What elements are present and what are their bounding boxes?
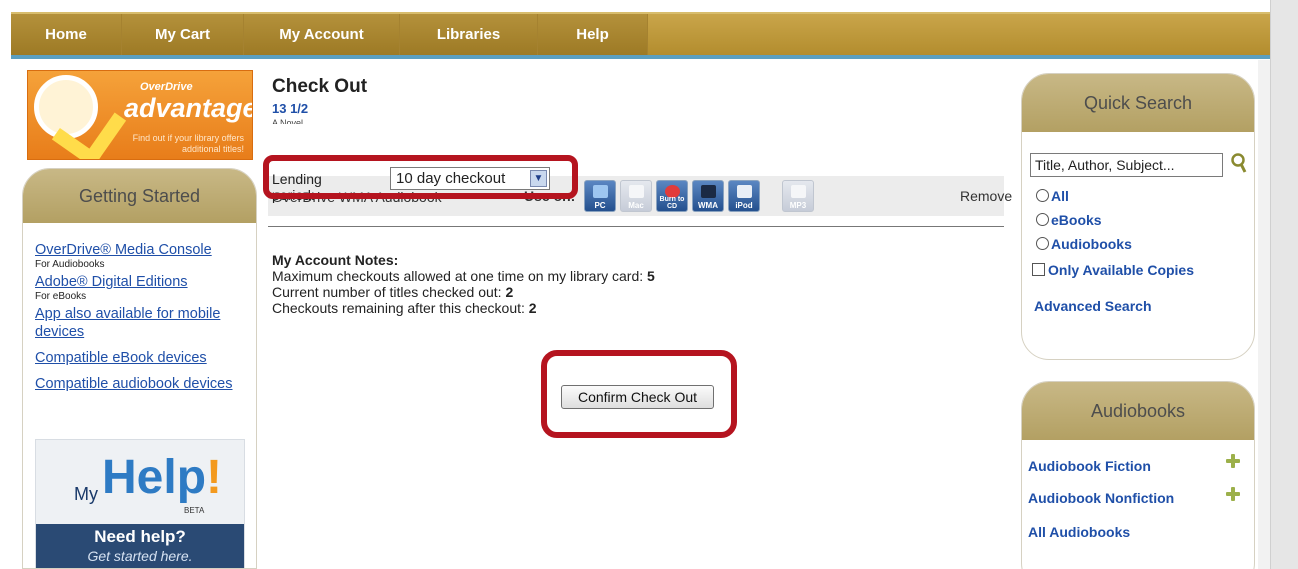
link-mobile-app[interactable]: App also available for mobile devices (35, 305, 250, 341)
getting-started-links: OverDrive® Media Console For Audiobooks … (35, 241, 250, 393)
device-burn-cd-icon[interactable]: Burn to CD (656, 180, 688, 212)
remove-link[interactable]: Remove (960, 188, 1012, 204)
window-scrollbar[interactable] (1270, 0, 1298, 569)
device-mp3-icon: MP3 (782, 180, 814, 212)
current-checkouts-line: Current number of titles checked out: 2 (272, 284, 514, 300)
radio-audiobooks[interactable]: Audiobooks (1036, 236, 1132, 252)
device-ipod-icon[interactable]: iPod (728, 180, 760, 212)
quick-search-title: Quick Search (1022, 74, 1254, 132)
nav-help[interactable]: Help (538, 14, 648, 55)
checkbox-only-available[interactable]: Only Available Copies (1032, 262, 1194, 278)
nav-underline (11, 55, 1279, 59)
logo-brand-small: OverDrive (140, 81, 193, 93)
link-compatible-ebook-devices[interactable]: Compatible eBook devices (35, 349, 250, 367)
current-checkouts-value: 2 (505, 284, 514, 300)
radio-circle-icon (1036, 237, 1049, 250)
radio-all[interactable]: All (1036, 188, 1069, 204)
link-sub-audiobooks: For Audiobooks (35, 259, 105, 270)
expand-plus-icon[interactable] (1226, 487, 1240, 501)
highlight-confirm-button (541, 350, 737, 438)
max-checkouts-line: Maximum checkouts allowed at one time on… (272, 268, 655, 284)
nav-home[interactable]: Home (11, 14, 122, 55)
remaining-checkouts-line: Checkouts remaining after this checkout:… (272, 300, 537, 316)
myhelp-banner[interactable]: My Help! BETA Need help? Get started her… (35, 439, 245, 568)
max-checkouts-value: 5 (647, 268, 655, 284)
divider (268, 226, 1004, 227)
logo-tagline: Find out if your library offers addition… (132, 133, 244, 154)
myhelp-help-text: Help (102, 451, 207, 504)
link-overdrive-media-console[interactable]: OverDrive® Media Console (35, 241, 250, 259)
myhelp-my: My (74, 484, 98, 504)
quick-search-panel: Quick Search Title, Author, Subject... A… (1021, 73, 1255, 360)
radio-circle-icon (1036, 213, 1049, 226)
search-input[interactable]: Title, Author, Subject... (1030, 153, 1223, 177)
audiobooks-title: Audiobooks (1022, 382, 1254, 440)
highlight-lending-period (263, 155, 578, 199)
expand-plus-icon[interactable] (1226, 454, 1240, 468)
radio-circle-icon (1036, 189, 1049, 202)
link-audiobook-nonfiction[interactable]: Audiobook Nonfiction (1028, 490, 1174, 506)
account-notes-heading: My Account Notes: (272, 252, 399, 268)
audiobooks-panel: Audiobooks Audiobook Fiction Audiobook N… (1021, 381, 1255, 569)
link-sub-ebooks: For eBooks (35, 291, 87, 302)
right-background (1258, 60, 1270, 569)
link-all-audiobooks[interactable]: All Audiobooks (1028, 524, 1130, 540)
getting-started-title: Getting Started (23, 169, 256, 223)
exclamation-icon: ! (206, 451, 222, 504)
remaining-checkouts-value: 2 (528, 300, 537, 316)
myhelp-beta: BETA (184, 506, 205, 515)
main-navigation: Home My Cart My Account Libraries Help (11, 12, 1279, 55)
link-audiobook-fiction[interactable]: Audiobook Fiction (1028, 458, 1151, 474)
myhelp-help: Help! (102, 450, 222, 505)
account-notes: My Account Notes: Maximum checkouts allo… (272, 252, 655, 316)
link-adobe-digital-editions[interactable]: Adobe® Digital Editions (35, 273, 250, 291)
myhelp-need: Need help? (94, 527, 186, 546)
logo-brand-big: advantage (124, 93, 253, 123)
advanced-search-link[interactable]: Advanced Search (1034, 298, 1152, 314)
book-title-link[interactable]: 13 1/2 (272, 101, 308, 116)
nav-libraries[interactable]: Libraries (400, 14, 538, 55)
device-mac-icon: Mac (620, 180, 652, 212)
search-icon[interactable] (1230, 152, 1248, 174)
checkbox-icon (1032, 263, 1045, 276)
device-wma-icon[interactable]: WMA (692, 180, 724, 212)
radio-ebooks[interactable]: eBooks (1036, 212, 1102, 228)
book-subtitle: A Novel (272, 118, 304, 124)
myhelp-started: Get started here. (87, 548, 193, 564)
page-title: Check Out (272, 76, 368, 97)
getting-started-panel: Getting Started OverDrive® Media Console… (22, 168, 257, 569)
device-pc-icon[interactable]: PC (584, 180, 616, 212)
nav-my-cart[interactable]: My Cart (122, 14, 244, 55)
nav-my-account[interactable]: My Account (244, 14, 400, 55)
link-compatible-audiobook-devices[interactable]: Compatible audiobook devices (35, 375, 250, 393)
overdrive-advantage-logo[interactable]: OverDrive advantage Find out if your lib… (27, 70, 253, 160)
